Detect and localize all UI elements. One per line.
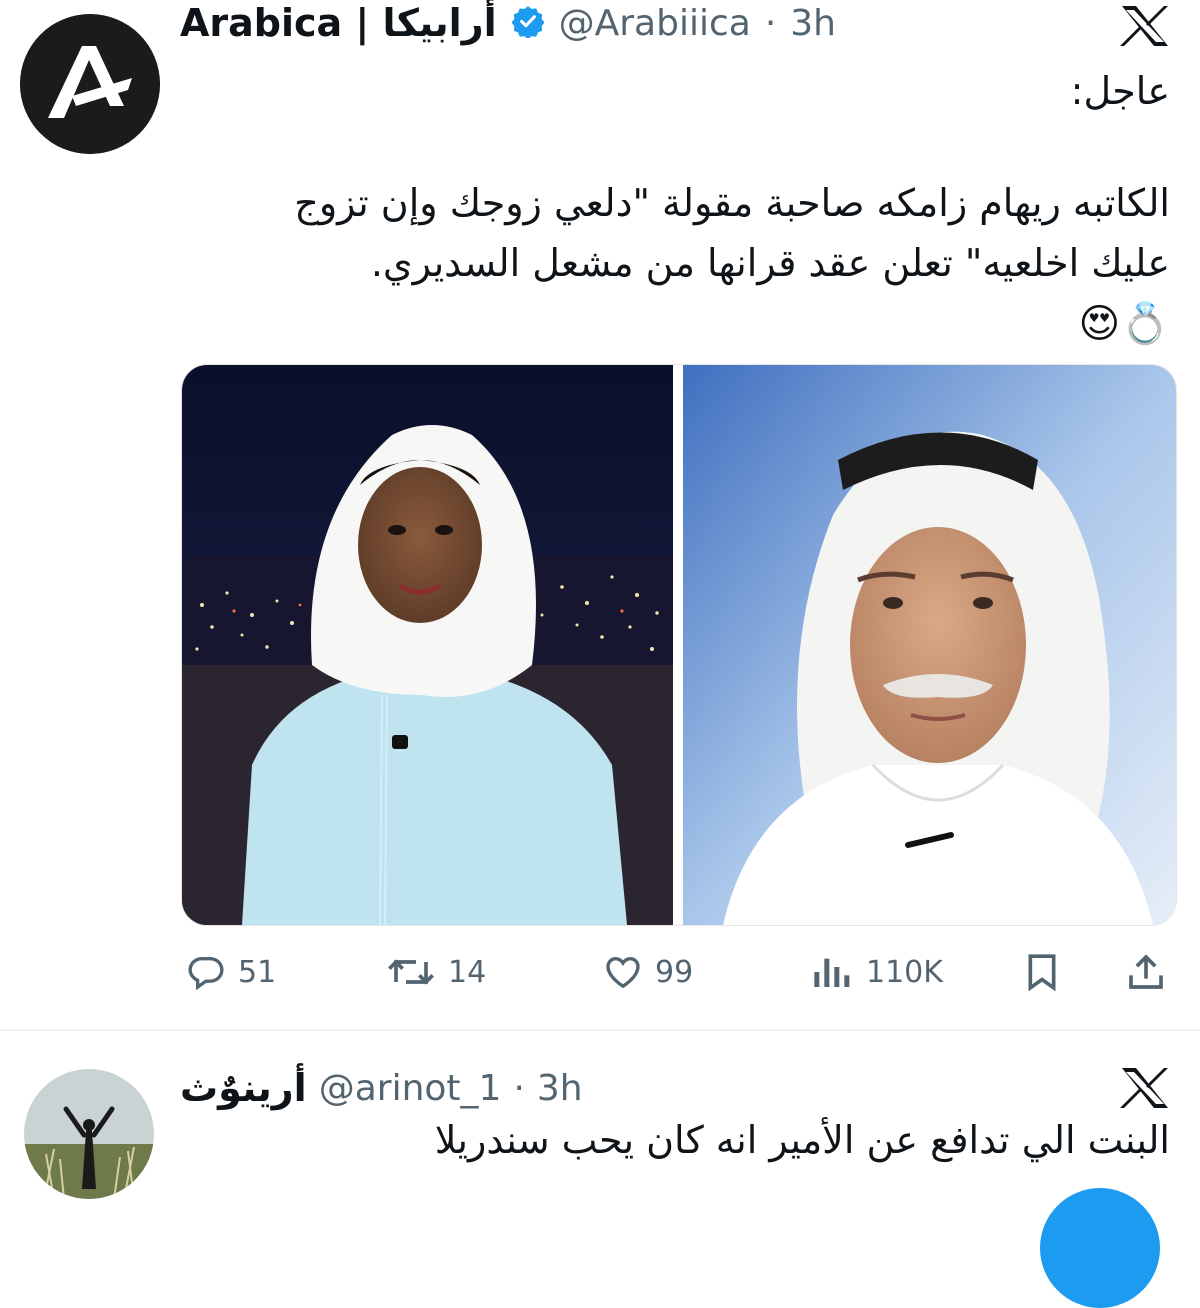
tweet-media[interactable] xyxy=(181,364,1177,926)
bookmark-button[interactable] xyxy=(1022,946,1062,998)
tweet-text-line: الكاتبه ريهام زامكه صاحبة مقولة "دلعي زو… xyxy=(294,181,1170,225)
repost-icon xyxy=(388,959,434,985)
views-button[interactable]: 110K xyxy=(808,946,943,998)
reply-icon xyxy=(188,957,224,991)
author-avatar[interactable] xyxy=(20,14,160,154)
author-display-name[interactable]: Arabica | أرابيكا xyxy=(180,1,497,45)
tweet-time[interactable]: 3h xyxy=(790,3,836,44)
compose-button[interactable] xyxy=(1040,1188,1160,1308)
like-count: 99 xyxy=(655,954,694,990)
reply-tweet-time[interactable]: 3h xyxy=(537,1068,583,1109)
bookmark-icon xyxy=(1028,954,1056,992)
tweet-emoji-line: 💍😍 xyxy=(1078,301,1170,347)
author-handle[interactable]: @Arabiiica xyxy=(559,3,751,44)
reply-author-display-name[interactable]: أرينوٌث xyxy=(180,1066,307,1110)
tweet-actions: 51 14 99 110K xyxy=(0,946,1200,998)
separator-dot: · xyxy=(764,2,777,44)
media-gap xyxy=(673,365,683,925)
tweet-header: Arabica | أرابيكا @Arabiiica · 3h xyxy=(180,0,836,46)
reply-author-avatar[interactable] xyxy=(24,1069,154,1199)
arabica-logo-icon xyxy=(20,14,160,154)
photo-man[interactable] xyxy=(683,365,1176,925)
repost-count: 14 xyxy=(448,954,487,990)
tweet-text-line: عاجل: xyxy=(1070,69,1170,113)
share-button[interactable] xyxy=(1126,946,1166,998)
separator-dot: · xyxy=(513,1067,525,1109)
repost-button[interactable]: 14 xyxy=(386,946,486,998)
tweet-divider xyxy=(0,1029,1200,1031)
verified-badge-icon xyxy=(511,4,545,42)
x-logo-icon[interactable] xyxy=(1118,4,1172,52)
reply-author-handle[interactable]: @arinot_1 xyxy=(319,1068,502,1109)
reply-button[interactable]: 51 xyxy=(186,946,276,998)
tweet-text-line: عليك اخلعيه" تعلن عقد قرانها من مشعل الس… xyxy=(370,241,1170,285)
photo-woman[interactable] xyxy=(182,365,673,925)
reply-tweet-header: أرينوٌث @arinot_1 · 3h xyxy=(180,1062,583,1114)
reply-count: 51 xyxy=(238,954,277,990)
x-logo-icon[interactable] xyxy=(1118,1066,1172,1114)
reply-tweet-text: البنت الي تدافع عن الأمير انه كان يحب سن… xyxy=(434,1118,1170,1162)
views-icon xyxy=(814,958,850,987)
share-icon xyxy=(1129,954,1163,989)
like-button[interactable]: 99 xyxy=(603,946,693,998)
like-icon xyxy=(606,956,640,989)
views-count: 110K xyxy=(866,954,943,990)
